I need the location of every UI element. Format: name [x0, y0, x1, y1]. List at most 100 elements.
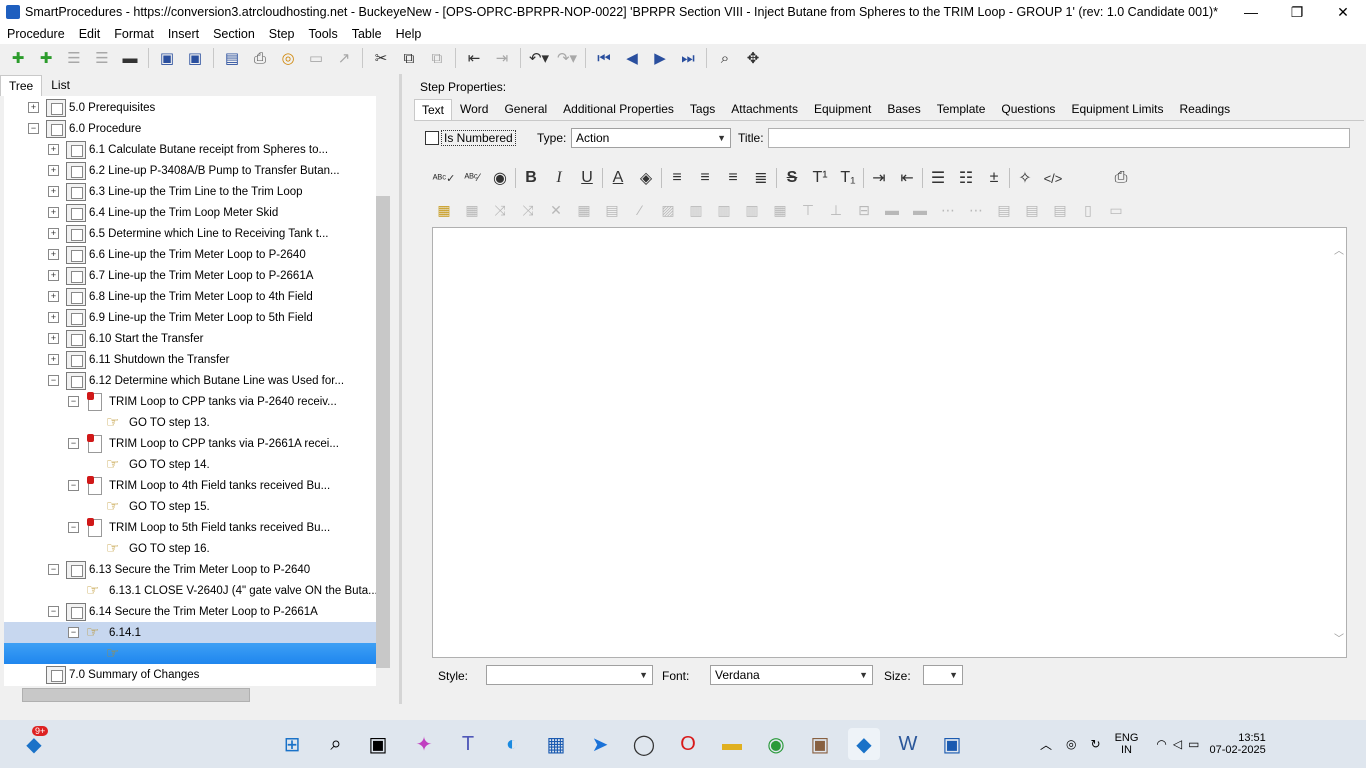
- menu-edit[interactable]: Edit: [72, 27, 108, 41]
- superscript-icon[interactable]: T¹: [806, 165, 834, 191]
- app-icon[interactable]: ▣: [804, 728, 836, 760]
- is-numbered-label[interactable]: Is Numbered: [441, 130, 516, 146]
- tree-item[interactable]: − 6.14 Secure the Trim Meter Loop to P-2…: [4, 601, 376, 622]
- font-select[interactable]: Verdana ▼: [710, 665, 873, 685]
- expand-toggle[interactable]: −: [68, 627, 79, 638]
- cell-properties-icon[interactable]: ▦: [570, 199, 598, 221]
- is-numbered-checkbox[interactable]: [425, 131, 439, 145]
- insert-row-below-icon[interactable]: ⊥: [822, 199, 850, 221]
- last-step-icon[interactable]: ⏭: [674, 46, 702, 70]
- bullet-list-icon[interactable]: ☰: [924, 165, 952, 191]
- tree-item[interactable]: ☞ GO TO step 13.: [4, 412, 376, 433]
- move-up-icon[interactable]: ⇤: [460, 46, 488, 70]
- indent-icon[interactable]: ☰: [60, 46, 88, 70]
- table-edit-icon[interactable]: ⤨: [486, 199, 514, 221]
- save-icon[interactable]: ▣: [181, 46, 209, 70]
- tree-item[interactable]: − TRIM Loop to 5th Field tanks received …: [4, 517, 376, 538]
- battery-icon[interactable]: ▭: [1188, 737, 1199, 751]
- italic-icon[interactable]: I: [545, 165, 573, 191]
- word-icon[interactable]: W: [892, 728, 924, 760]
- copilot-icon[interactable]: ✦: [408, 728, 440, 760]
- tree-item[interactable]: + 6.10 Start the Transfer: [4, 328, 376, 349]
- underline-icon[interactable]: U: [573, 165, 601, 191]
- maximize-button[interactable]: ❐: [1274, 0, 1320, 24]
- expand-toggle[interactable]: −: [68, 522, 79, 533]
- subscript-icon[interactable]: T₁: [834, 165, 862, 191]
- find-icon[interactable]: ⌕: [711, 46, 739, 70]
- expand-toggle[interactable]: +: [48, 207, 59, 218]
- tree-item[interactable]: + 6.5 Determine which Line to Receiving …: [4, 223, 376, 244]
- vertical-bar-icon[interactable]: ▯: [1074, 199, 1102, 221]
- tree-vertical-scroll-thumb[interactable]: [376, 196, 390, 668]
- menu-step[interactable]: Step: [262, 27, 302, 41]
- print-icon[interactable]: ⎙: [246, 46, 274, 70]
- previous-step-icon[interactable]: ◀: [618, 46, 646, 70]
- tab-equipment[interactable]: Equipment: [806, 98, 879, 120]
- spellcheck-options-icon[interactable]: ᴬᴮᶜ⁄: [458, 165, 486, 191]
- tree-item[interactable]: − 6.12 Determine which Butane Line was U…: [4, 370, 376, 391]
- tree-item-active[interactable]: ☞: [4, 643, 376, 664]
- tree-item[interactable]: − TRIM Loop to 4th Field tanks received …: [4, 475, 376, 496]
- search-icon[interactable]: ⌕: [320, 728, 352, 760]
- procedure-tree[interactable]: + 5.0 Prerequisites − 6.0 Procedure + 6.…: [4, 96, 376, 686]
- tab-text[interactable]: Text: [414, 99, 453, 120]
- menu-insert[interactable]: Insert: [161, 27, 206, 41]
- expand-toggle[interactable]: +: [48, 312, 59, 323]
- expand-toggle[interactable]: −: [68, 396, 79, 407]
- move-icon[interactable]: ✥: [739, 46, 767, 70]
- editor-scroll-up-icon[interactable]: ︿: [1334, 242, 1344, 257]
- language-indicator[interactable]: ENG IN: [1115, 732, 1139, 756]
- edge-icon[interactable]: ◐: [496, 728, 528, 760]
- tab-equipment-limits[interactable]: Equipment Limits: [1063, 98, 1171, 120]
- tree-item[interactable]: 7.0 Summary of Changes: [4, 664, 376, 685]
- tab-tree[interactable]: Tree: [0, 75, 43, 96]
- tab-additional-properties[interactable]: Additional Properties: [555, 98, 682, 120]
- add-child-icon[interactable]: ✚: [32, 46, 60, 70]
- spellcheck-icon[interactable]: ᴬᴮᶜ✓: [430, 165, 458, 191]
- copy-icon[interactable]: ⧉: [395, 46, 423, 70]
- tree-item-selected[interactable]: − ☞ 6.14.1: [4, 622, 376, 643]
- table-split-icon[interactable]: ⤨: [514, 199, 542, 221]
- justify-icon[interactable]: ≣: [747, 165, 775, 191]
- tree-item[interactable]: ☞ GO TO step 16.: [4, 538, 376, 559]
- tree-item[interactable]: − TRIM Loop to CPP tanks via P-2661A rec…: [4, 433, 376, 454]
- tab-questions[interactable]: Questions: [993, 98, 1063, 120]
- expand-toggle[interactable]: −: [48, 564, 59, 575]
- chrome-icon[interactable]: ◉: [760, 728, 792, 760]
- cut-icon[interactable]: ✂: [367, 46, 395, 70]
- expand-toggle[interactable]: +: [48, 333, 59, 344]
- redo-icon[interactable]: ↷▾: [553, 46, 581, 70]
- horizontal-bar-icon[interactable]: ▭: [1102, 199, 1130, 221]
- tree-item[interactable]: + 6.6 Line-up the Trim Meter Loop to P-2…: [4, 244, 376, 265]
- tree-item[interactable]: − TRIM Loop to CPP tanks via P-2640 rece…: [4, 391, 376, 412]
- insert-column-left-icon[interactable]: ▥: [682, 199, 710, 221]
- menu-tools[interactable]: Tools: [302, 27, 345, 41]
- tab-general[interactable]: General: [496, 98, 555, 120]
- numbered-list-icon[interactable]: ☷: [952, 165, 980, 191]
- cell-edit-icon[interactable]: ▤: [598, 199, 626, 221]
- split-cell-icon[interactable]: ▬: [878, 199, 906, 221]
- increase-indent-icon[interactable]: ⇥: [865, 165, 893, 191]
- preview-icon[interactable]: ▭: [302, 46, 330, 70]
- close-button[interactable]: ✕: [1320, 0, 1366, 24]
- clock[interactable]: 13:51 07-02-2025: [1209, 732, 1265, 756]
- redirect-icon[interactable]: ↗: [330, 46, 358, 70]
- file-explorer-icon[interactable]: ▬: [716, 728, 748, 760]
- store-icon[interactable]: ▦: [540, 728, 572, 760]
- column-width-2-icon[interactable]: ⋯: [962, 199, 990, 221]
- expand-toggle[interactable]: +: [28, 102, 39, 113]
- save-all-icon[interactable]: ▣: [153, 46, 181, 70]
- expand-toggle[interactable]: +: [48, 144, 59, 155]
- horizontal-rule-icon[interactable]: ±: [980, 165, 1008, 191]
- menu-procedure[interactable]: Procedure: [0, 27, 72, 41]
- expand-toggle[interactable]: +: [48, 249, 59, 260]
- align-bottom-icon[interactable]: ▤: [1046, 199, 1074, 221]
- expand-toggle[interactable]: +: [48, 270, 59, 281]
- table-delete-icon[interactable]: ✕: [542, 199, 570, 221]
- power-automate-icon[interactable]: ➤: [584, 728, 616, 760]
- tree-item[interactable]: + 6.7 Line-up the Trim Meter Loop to P-2…: [4, 265, 376, 286]
- bold-icon[interactable]: B: [517, 165, 545, 191]
- opera-icon[interactable]: O: [672, 728, 704, 760]
- expand-toggle[interactable]: +: [48, 291, 59, 302]
- align-middle-icon[interactable]: ▤: [1018, 199, 1046, 221]
